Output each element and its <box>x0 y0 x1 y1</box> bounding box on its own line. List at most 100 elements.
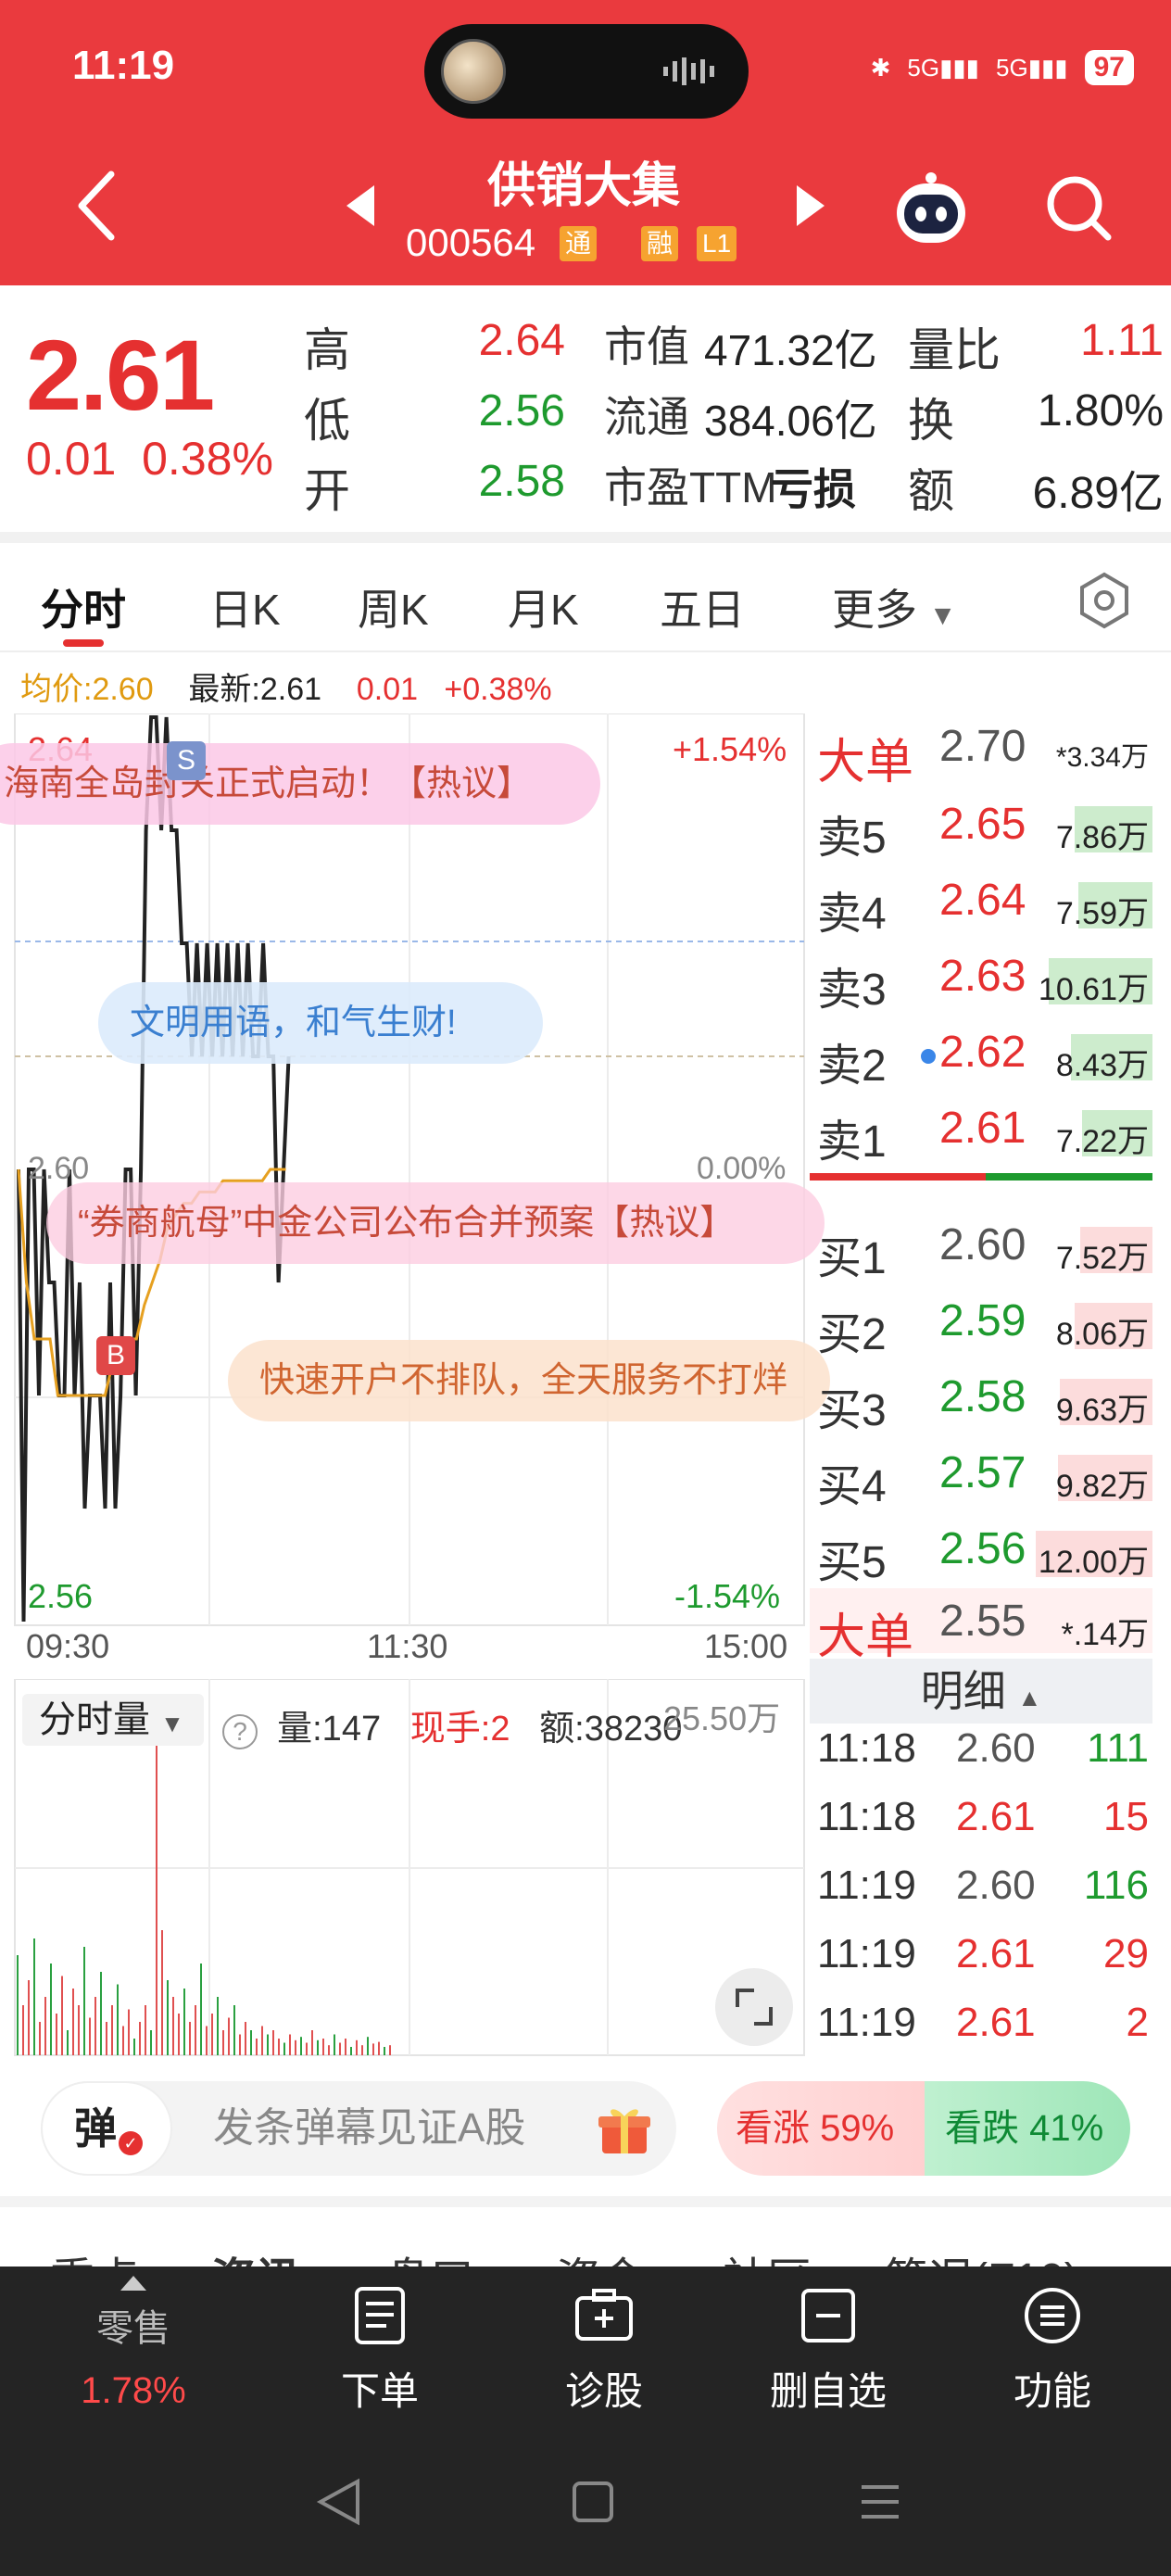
big-sell-price: 2.70 <box>939 722 1026 771</box>
check-badge-icon: ✓ <box>119 2131 143 2155</box>
tab-five-day[interactable]: 五日 <box>660 576 745 638</box>
big-sell-vol: *3.34万 <box>1055 742 1149 773</box>
remove-watchlist-button[interactable]: 删自选 <box>745 2285 912 2417</box>
bid-row[interactable]: 买1 2.60 7.52万 <box>810 1212 1152 1283</box>
volume-bar <box>145 2005 146 2055</box>
ask-vol: 10.61万 <box>1038 972 1149 1007</box>
bid-price: 2.60 <box>939 1220 1026 1269</box>
time-start: 09:30 <box>26 1627 110 1665</box>
divider <box>0 2196 1171 2207</box>
ask-row[interactable]: 卖5 2.65 7.86万 <box>810 791 1152 863</box>
ask-vol: 7.22万 <box>1055 1124 1149 1159</box>
search-icon[interactable] <box>1043 172 1114 243</box>
trade-time: 11:18 <box>817 1725 916 1771</box>
bullish-vote-button[interactable]: 看涨 59% <box>717 2081 930 2176</box>
volume-bar <box>289 2034 291 2055</box>
nav-home-icon[interactable] <box>573 2481 613 2522</box>
danmaku-bubble[interactable]: “券商航母”中金公司公布合并预案【热议】 <box>46 1182 825 1264</box>
trade-row: 11:19 2.61 29 <box>810 1920 1152 1989</box>
intraday-chart[interactable]: 2.64 +1.54% 2.60 0.00% 2.56 -1.54% 海南全岛封… <box>0 713 830 1640</box>
bid-label: 买4 <box>817 1462 887 1511</box>
gift-icon[interactable] <box>597 2102 652 2157</box>
subtab-focus[interactable]: 重点 <box>50 2242 139 2267</box>
current-price: 2.61 <box>26 319 215 431</box>
ask-row[interactable]: 卖2 2.62 8.43万 <box>810 1019 1152 1091</box>
tab-intraday[interactable]: 分时 <box>41 576 126 638</box>
volume-bar <box>195 2005 196 2055</box>
tab-more[interactable]: 更多 ▼ <box>832 576 956 638</box>
trade-time: 11:19 <box>817 2000 916 2045</box>
audio-wave-icon <box>663 57 714 85</box>
subtab-funds[interactable]: 资金 <box>556 2242 645 2267</box>
volume-bar <box>245 2022 246 2055</box>
bid-row[interactable]: 买5 2.56 12.00万 <box>810 1516 1152 1587</box>
diagnose-button[interactable]: 诊股 <box>521 2285 687 2417</box>
volume-bar <box>367 2037 369 2055</box>
current-level-dot-icon <box>921 1049 936 1064</box>
back-button[interactable] <box>74 169 120 243</box>
subtab-orderbook[interactable]: 盘口 <box>385 2242 474 2267</box>
current-hand: 现手:2 <box>409 1710 510 1749</box>
prev-stock-button[interactable] <box>346 185 376 226</box>
volume-bar <box>217 1997 219 2055</box>
volume-bar <box>44 1997 46 2055</box>
subtab-community[interactable]: 社区 <box>723 2242 812 2267</box>
bid-row[interactable]: 买2 2.59 8.06万 <box>810 1288 1152 1359</box>
dropdown-arrow-icon: ▼ <box>928 600 957 631</box>
detail-title: 明细 <box>920 1667 1006 1715</box>
change-value: 0.01 <box>26 433 117 485</box>
subtab-f10[interactable]: 简况(F10) <box>884 2242 1079 2267</box>
robot-assistant-icon[interactable] <box>889 167 973 250</box>
volume-bar <box>283 2042 285 2055</box>
danmaku-bubble[interactable]: 海南全岛封关正式启动！【热议】 <box>0 743 600 825</box>
ask-row[interactable]: 卖4 2.64 7.59万 <box>810 867 1152 939</box>
help-icon[interactable]: ? <box>222 1714 258 1749</box>
volume-bar <box>133 2039 135 2055</box>
volume-amount: 额:38230 <box>539 1710 683 1749</box>
quote-panel: 2.61 0.01 0.38% 高 2.64 低 2.56 开 2.58 市值 … <box>0 285 1171 536</box>
ask-vol: 8.43万 <box>1055 1048 1149 1083</box>
diagnose-icon <box>575 2289 633 2341</box>
danmaku-bubble[interactable]: 文明用语，和气生财! <box>98 982 543 1064</box>
danmaku-input[interactable]: 发条弹幕见证A股 <box>213 2081 525 2176</box>
sector-retail[interactable]: 零售 1.78% <box>59 2276 208 2412</box>
settings-icon[interactable] <box>1075 571 1134 630</box>
signal-icon: 5G▮▮▮ <box>996 53 1068 82</box>
nav-menu-icon[interactable] <box>862 2485 899 2519</box>
volume-bar <box>311 2030 313 2055</box>
bid-label: 买1 <box>817 1234 887 1283</box>
danmaku-bubble[interactable]: 快速开户不排队，全天服务不打烊 <box>228 1340 830 1421</box>
tab-weekly-k[interactable]: 周K <box>358 576 429 638</box>
volume-bar <box>156 1738 157 2055</box>
ask-row[interactable]: 卖3 2.63 10.61万 <box>810 943 1152 1015</box>
next-stock-button[interactable] <box>795 185 825 226</box>
ask-row[interactable]: 卖1 2.61 7.22万 <box>810 1095 1152 1167</box>
ask-label: 卖1 <box>817 1118 887 1167</box>
volume-type-dropdown[interactable]: 分时量 ▼ <box>22 1694 204 1746</box>
tab-monthly-k[interactable]: 月K <box>508 576 579 638</box>
bid-row[interactable]: 买4 2.57 9.82万 <box>810 1440 1152 1511</box>
change-percent: 0.38% <box>142 433 273 485</box>
tab-daily-k[interactable]: 日K <box>209 576 281 638</box>
low-value: 2.56 <box>478 386 565 436</box>
battery-icon: 97 <box>1084 50 1134 85</box>
bid-row[interactable]: 买3 2.58 9.63万 <box>810 1364 1152 1435</box>
big-buy-row[interactable]: 大单 2.55 *.14万 <box>810 1588 1152 1664</box>
volume-bar <box>189 2022 191 2055</box>
big-sell-row[interactable]: 大单 2.70 *3.34万 <box>810 713 1152 789</box>
mcap-label: 市值 <box>604 322 689 371</box>
low-label: 低 <box>304 395 350 447</box>
danmaku-toggle-button[interactable]: 弹 ✓ <box>41 2081 172 2176</box>
trade-vol: 15 <box>1103 1794 1149 1839</box>
trade-row: 11:19 2.60 116 <box>810 1851 1152 1920</box>
chart-change-pct: +0.38% <box>444 672 552 707</box>
trade-row: 11:19 2.61 2 <box>810 1989 1152 2057</box>
subtab-news[interactable]: 资讯 <box>211 2242 300 2267</box>
nav-back-icon[interactable] <box>316 2478 359 2526</box>
bearish-vote-button[interactable]: 看跌 41% <box>925 2081 1130 2176</box>
trade-time: 11:19 <box>817 1931 916 1976</box>
big-sell-label: 大单 <box>817 736 914 789</box>
order-button[interactable]: 下单 <box>296 2285 463 2417</box>
fullscreen-button[interactable] <box>715 1968 793 2046</box>
functions-button[interactable]: 功能 <box>969 2285 1136 2417</box>
